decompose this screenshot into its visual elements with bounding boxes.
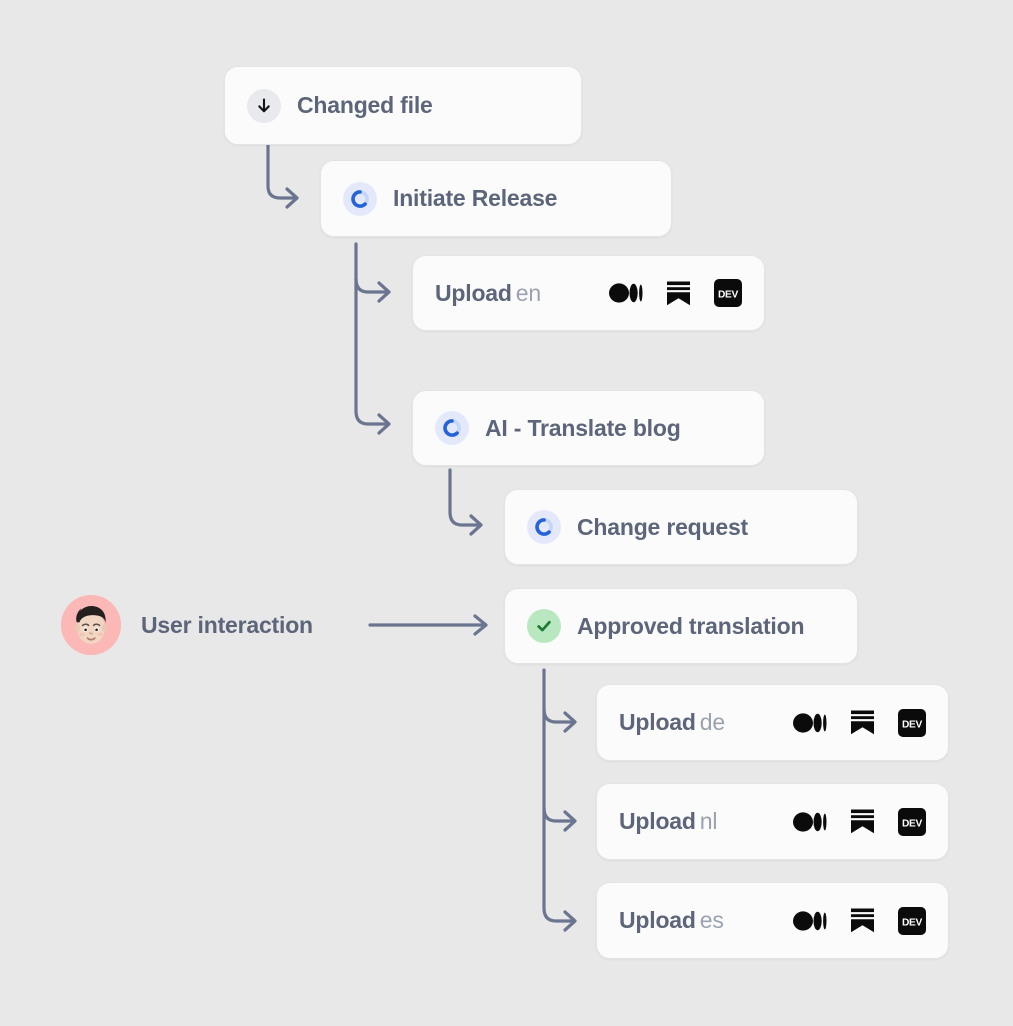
user-avatar: [61, 595, 121, 655]
platform-icons: DEV: [793, 708, 926, 737]
connector-approved-to-upload-nl: [542, 806, 576, 823]
node-changed-file[interactable]: Changed file: [224, 66, 582, 145]
connector-changed-to-initiate: [266, 143, 298, 200]
spinner-icon: [527, 510, 561, 544]
connector-approved-trunk: [542, 668, 576, 923]
node-label: Approved translation: [577, 612, 805, 639]
arrowhead-change-request: [469, 514, 483, 536]
devto-label: DEV: [902, 917, 923, 928]
hashnode-icon[interactable]: [849, 808, 876, 835]
node-upload-es[interactable]: Upload es DEV: [596, 882, 949, 959]
node-label: Initiate Release: [393, 185, 558, 211]
hashnode-icon[interactable]: [665, 280, 692, 307]
arrowhead-upload-de: [563, 711, 577, 733]
arrowhead-upload-en: [377, 281, 391, 303]
node-approved-translation[interactable]: Approved translation: [504, 588, 858, 664]
node-initiate-release[interactable]: Initiate Release: [320, 160, 672, 237]
devto-label: DEV: [718, 289, 739, 300]
node-ai-translate-blog[interactable]: AI - Translate blog: [412, 390, 765, 466]
devto-icon[interactable]: DEV: [898, 906, 926, 935]
devto-label: DEV: [902, 818, 923, 829]
devto-icon[interactable]: DEV: [898, 807, 926, 836]
node-label: AI - Translate blog: [485, 414, 681, 441]
connector-approved-to-upload-de: [542, 707, 576, 724]
platform-icons: DEV: [609, 279, 742, 307]
check-circle-icon: [527, 609, 561, 643]
arrowhead-approved: [473, 614, 488, 636]
platform-icons: DEV: [793, 807, 926, 836]
user-interaction-label: User interaction: [141, 612, 313, 638]
node-upload-nl[interactable]: Upload nl DEV: [596, 783, 949, 860]
arrowhead-upload-nl: [563, 810, 577, 832]
node-label: Upload en: [435, 279, 541, 306]
spinner-icon: [343, 181, 377, 216]
connector-ai-to-change-request: [448, 468, 482, 527]
spinner-icon: [435, 411, 469, 445]
hashnode-icon[interactable]: [849, 709, 876, 736]
node-label: Upload es: [619, 907, 724, 933]
node-label: Changed file: [297, 92, 433, 118]
connector-initiate-to-upload-en: [354, 277, 390, 294]
devto-icon[interactable]: DEV: [714, 279, 742, 307]
flow-canvas: Changed file Initiate Release Uploaden: [0, 0, 1013, 1026]
node-label: Upload de: [619, 709, 725, 735]
node-label: Change request: [577, 513, 749, 540]
node-upload-en[interactable]: Upload en DEV: [412, 255, 765, 331]
medium-icon[interactable]: [793, 811, 827, 833]
node-change-request[interactable]: Change request: [504, 489, 858, 565]
hashnode-icon[interactable]: [849, 907, 876, 934]
connector-initiate-trunk: [354, 242, 390, 426]
arrow-down-icon: [247, 88, 281, 123]
medium-icon[interactable]: [609, 282, 643, 304]
medium-icon[interactable]: [793, 910, 827, 932]
devto-icon[interactable]: DEV: [898, 708, 926, 737]
node-label: Upload nl: [619, 808, 718, 834]
arrowhead-ai-translate: [377, 413, 391, 435]
devto-label: DEV: [902, 719, 923, 730]
node-upload-de[interactable]: Upload de DEV: [596, 684, 949, 761]
medium-icon[interactable]: [793, 712, 827, 734]
arrowhead-initiate: [285, 187, 299, 209]
arrowhead-upload-es: [563, 910, 577, 932]
platform-icons: DEV: [793, 906, 926, 935]
